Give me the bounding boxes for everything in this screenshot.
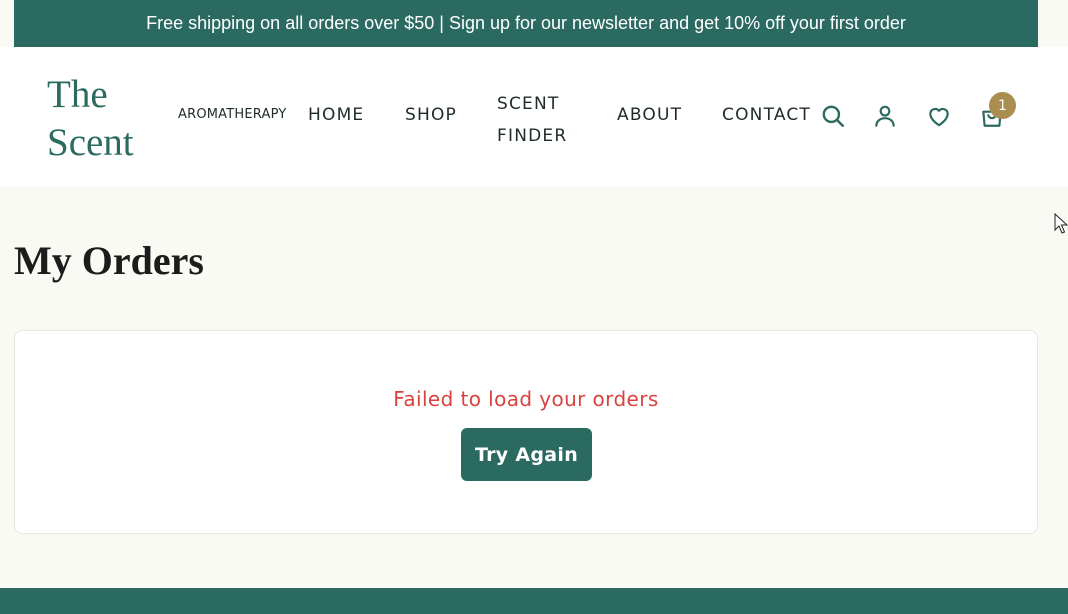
mouse-cursor-icon (1054, 213, 1068, 234)
orders-card: Failed to load your orders Try Again (14, 330, 1038, 534)
nav-scent-finder[interactable]: SCENT FINDER (497, 88, 587, 152)
search-icon[interactable] (818, 101, 848, 131)
nav-contact[interactable]: CONTACT (722, 105, 811, 125)
heart-icon[interactable] (924, 101, 954, 131)
nav-about[interactable]: ABOUT (617, 105, 682, 125)
announcement-bar: Free shipping on all orders over $50 | S… (14, 0, 1038, 47)
nav-shop[interactable]: SHOP (405, 105, 457, 125)
cart-count-badge: 1 (989, 92, 1016, 119)
orders-error-message: Failed to load your orders (393, 387, 659, 411)
site-header: The Scent AROMATHERAPY HOME SHOP SCENT F… (0, 47, 1068, 186)
site-logo[interactable]: The Scent (47, 71, 134, 167)
site-footer (0, 588, 1068, 614)
user-icon[interactable] (870, 101, 900, 131)
nav-scent-finder-line-1: SCENT (497, 94, 560, 114)
logo-line-2: Scent (47, 121, 134, 164)
nav-scent-finder-line-2: FINDER (497, 126, 568, 146)
announcement-text: Free shipping on all orders over $50 | S… (146, 13, 906, 33)
nav-home[interactable]: HOME (308, 105, 364, 125)
try-again-button[interactable]: Try Again (461, 428, 592, 481)
page-title: My Orders (14, 238, 204, 283)
logo-line-1: The (47, 73, 108, 116)
brand-tagline: AROMATHERAPY (178, 107, 287, 122)
